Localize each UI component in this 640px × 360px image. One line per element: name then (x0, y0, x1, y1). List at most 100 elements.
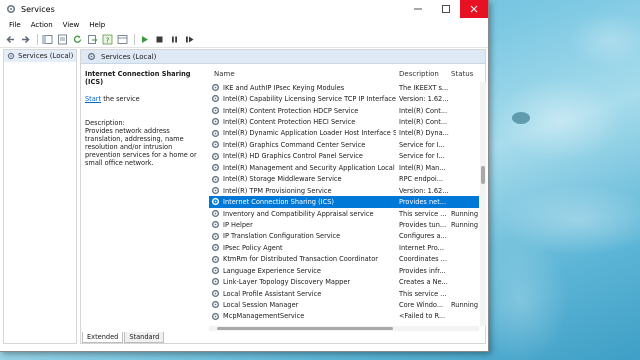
service-status: Running (451, 301, 479, 310)
column-header-description[interactable]: Description (399, 70, 439, 78)
menu-view[interactable]: View (58, 21, 85, 29)
maximize-icon (442, 5, 450, 13)
service-name: KtmRm for Distributed Transaction Coordi… (223, 255, 379, 264)
column-header-status[interactable]: Status (451, 70, 473, 78)
service-row[interactable]: Internet Connection Sharing (ICS) Provide… (209, 196, 479, 208)
close-button[interactable] (460, 0, 488, 18)
start-service-link[interactable]: Start (85, 95, 101, 103)
export-icon[interactable] (86, 33, 98, 45)
service-row[interactable]: Local Session Manager Core Windo... Runnin… (209, 299, 479, 310)
service-name: Inventory and Compatibility Appraisal se… (223, 209, 374, 218)
service-description-cell: Service for I... (399, 152, 445, 161)
start-icon[interactable] (138, 33, 150, 45)
start-service-line: Start the service (85, 95, 205, 103)
service-name: Intel(R) Dynamic Application Loader Host… (223, 129, 396, 138)
service-description-cell: Configures a... (399, 232, 447, 241)
service-description-cell: This service ... (399, 289, 447, 298)
service-name: Intel(R) Capability Licensing Service TC… (223, 95, 396, 104)
help-icon[interactable]: ? (101, 33, 113, 45)
service-gear-icon (211, 141, 220, 149)
service-name: Link-Layer Topology Discovery Mapper (223, 278, 351, 287)
services-rows: IKE and AuthIP IPsec Keying Modules The I… (209, 82, 479, 326)
back-icon[interactable] (4, 33, 16, 45)
console-tree-icon[interactable] (41, 33, 53, 45)
horizontal-scrollbar[interactable] (209, 326, 479, 331)
column-header-name[interactable]: Name (214, 70, 235, 78)
service-gear-icon (211, 186, 220, 195)
properties-icon[interactable] (56, 33, 68, 45)
menu-bar: File Action View Help (0, 18, 488, 31)
toolbar: ? (0, 31, 488, 48)
description-label: Description: (85, 119, 125, 127)
service-description-cell: Core Windo... (399, 301, 444, 310)
service-row[interactable]: Intel(R) Management and Security Applica… (209, 162, 479, 173)
view-icon[interactable] (116, 33, 128, 45)
service-row[interactable]: KtmRm for Distributed Transaction Coordi… (209, 254, 479, 265)
service-gear-icon (211, 83, 220, 92)
title-bar[interactable]: Services (0, 0, 488, 18)
service-row[interactable]: Intel(R) Dynamic Application Loader Host… (209, 128, 479, 139)
nav-item-label: Services (Local) (18, 52, 74, 60)
service-row[interactable]: Local Profile Assistant Service This serv… (209, 288, 479, 299)
service-name: IPsec Policy Agent (223, 243, 283, 252)
nav-item-services-local[interactable]: Services (Local) (4, 50, 76, 62)
service-name: IP Helper (223, 220, 253, 229)
services-list: Name Description Status IKE and AuthIP I… (209, 65, 486, 331)
service-row[interactable]: Intel(R) HD Graphics Control Panel Servi… (209, 151, 479, 162)
view-tabs: Extended Standard (82, 332, 165, 343)
content-header: Services (Local) (81, 50, 485, 64)
maximize-button[interactable] (432, 0, 460, 18)
service-description-cell: Intel(R) Man... (399, 163, 446, 172)
window-title: Services (21, 4, 55, 14)
service-row[interactable]: Intel(R) Content Protection HDCP Service… (209, 105, 479, 116)
service-row[interactable]: IP Translation Configuration Service Conf… (209, 231, 479, 242)
service-name: Intel(R) Management and Security Applica… (223, 163, 396, 172)
menu-help[interactable]: Help (84, 21, 110, 29)
service-name: Intel(R) Graphics Command Center Service (223, 140, 366, 149)
service-gear-icon (211, 221, 220, 229)
forward-icon[interactable] (19, 33, 31, 45)
service-name: Intel(R) Content Protection HECI Service (223, 118, 356, 127)
menu-file[interactable]: File (4, 21, 26, 29)
service-status: Running (451, 220, 479, 229)
service-row[interactable]: Inventory and Compatibility Appraisal se… (209, 208, 479, 219)
service-row[interactable]: IPsec Policy Agent Internet Pro... (209, 242, 479, 253)
menu-action[interactable]: Action (26, 21, 58, 29)
tab-standard[interactable]: Standard (124, 332, 165, 343)
service-description-cell: RPC endpoi... (399, 175, 444, 184)
horizontal-scrollbar-thumb[interactable] (217, 327, 393, 330)
minimize-icon (414, 8, 422, 10)
service-row[interactable]: Intel(R) Content Protection HECI Service… (209, 116, 479, 127)
start-service-suffix: the service (101, 95, 140, 103)
service-name: Local Profile Assistant Service (223, 289, 322, 298)
service-description-cell: Coordinates ... (399, 255, 447, 264)
stop-icon[interactable] (153, 33, 165, 45)
vertical-scrollbar-thumb[interactable] (481, 166, 485, 184)
service-name: IKE and AuthIP IPsec Keying Modules (223, 83, 345, 92)
service-row[interactable]: Intel(R) TPM Provisioning Service Version… (209, 185, 479, 196)
pause-icon[interactable] (168, 33, 180, 45)
minimize-button[interactable] (404, 0, 432, 18)
service-name: Intel(R) HD Graphics Control Panel Servi… (223, 152, 363, 161)
service-description-cell: Version: 1.62... (399, 186, 449, 195)
service-row[interactable]: McpManagementService <Failed to R... (209, 311, 479, 322)
services-gear-icon (6, 4, 16, 14)
vertical-scrollbar[interactable] (480, 82, 486, 326)
restart-icon[interactable] (183, 33, 195, 45)
service-gear-icon (211, 232, 220, 240)
service-gear-icon (211, 106, 220, 114)
service-description-cell: Provides net... (399, 198, 447, 207)
service-status: Running (451, 209, 479, 218)
service-gear-icon (211, 209, 220, 217)
service-row[interactable]: Intel(R) Graphics Command Center Service… (209, 139, 479, 150)
service-row[interactable]: Intel(R) Capability Licensing Service TC… (209, 93, 479, 104)
service-gear-icon (211, 289, 220, 297)
service-row[interactable]: Link-Layer Topology Discovery Mapper Crea… (209, 276, 479, 287)
tab-extended[interactable]: Extended (82, 332, 124, 343)
refresh-icon[interactable] (71, 33, 83, 45)
service-row[interactable]: Language Experience Service Provides infr… (209, 265, 479, 276)
service-row[interactable]: Intel(R) Storage Middleware Service RPC e… (209, 174, 479, 185)
service-row[interactable]: IP Helper Provides tun... Running (209, 219, 479, 230)
service-gear-icon (211, 255, 220, 263)
service-row[interactable]: IKE and AuthIP IPsec Keying Modules The I… (209, 82, 479, 93)
